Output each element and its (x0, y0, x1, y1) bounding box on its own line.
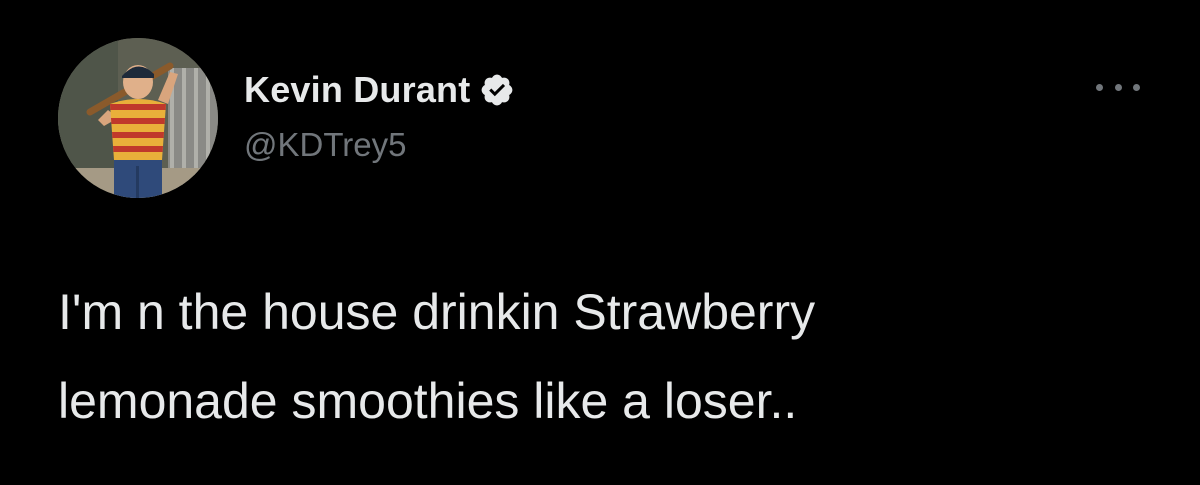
tweet-text-line: lemonade smoothies like a loser.. (58, 373, 798, 429)
author-name-row[interactable]: Kevin Durant (244, 68, 515, 112)
tweet-text: I'm n the house drinkin Strawberry lemon… (58, 268, 1158, 446)
author-avatar[interactable] (58, 38, 218, 198)
avatar-boy-with-bat-icon (58, 38, 218, 198)
verified-badge-icon (482, 74, 513, 106)
more-dot-icon (1114, 83, 1122, 91)
more-options-button[interactable] (1096, 76, 1140, 98)
tweet-card: Kevin Durant @KDTrey5 I'm n the house dr… (0, 0, 1200, 485)
author-handle[interactable]: @KDTrey5 (244, 126, 406, 164)
author-display-name[interactable]: Kevin Durant (244, 69, 470, 111)
more-dot-icon (1096, 83, 1103, 91)
more-dot-icon (1133, 83, 1140, 91)
tweet-text-line: I'm n the house drinkin Strawberry (58, 284, 816, 340)
